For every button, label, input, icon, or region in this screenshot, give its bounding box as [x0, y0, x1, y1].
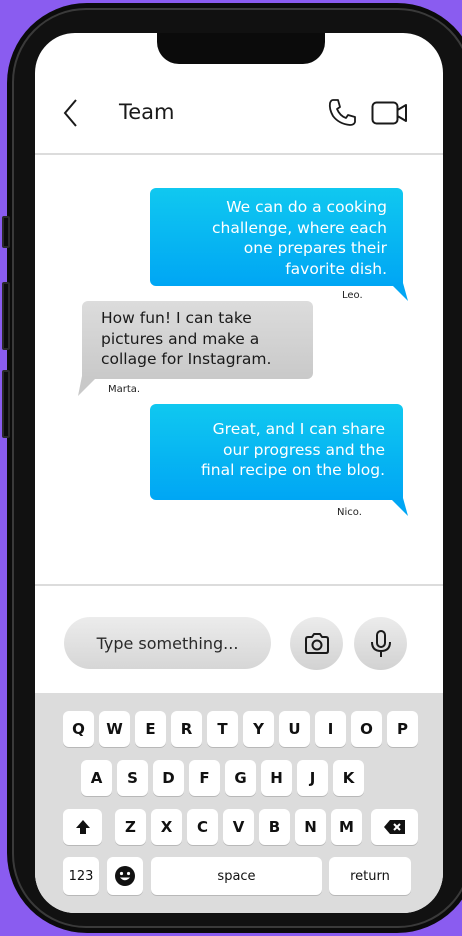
message-line: challenge, where each	[212, 218, 387, 237]
message-line: one prepares their	[243, 239, 387, 257]
sender-name: Nico.	[337, 507, 362, 518]
volume-up-button	[2, 282, 10, 350]
message-line: Great, and I can share	[212, 420, 385, 438]
key-label: S	[127, 769, 138, 787]
key-label: C	[196, 818, 208, 836]
key-label: return	[350, 868, 390, 884]
key-j[interactable]: J	[297, 760, 328, 796]
video-camera-icon[interactable]	[371, 101, 409, 125]
key-y[interactable]: Y	[243, 711, 274, 747]
bubble-tail	[390, 283, 408, 301]
message-line: favorite dish.	[285, 259, 387, 278]
chevron-left-icon[interactable]	[61, 98, 81, 128]
shift-key[interactable]	[63, 809, 102, 845]
key-label: P	[397, 720, 408, 738]
key-i[interactable]: I	[315, 711, 346, 747]
key-k[interactable]: K	[333, 760, 364, 796]
key-s[interactable]: S	[117, 760, 148, 796]
numbers-key[interactable]: 123	[63, 857, 99, 895]
key-h[interactable]: H	[261, 760, 292, 796]
backspace-icon	[383, 820, 405, 834]
space-key[interactable]: space	[151, 857, 322, 895]
camera-button[interactable]	[290, 617, 343, 670]
key-q[interactable]: Q	[63, 711, 94, 747]
message-line: collage for Instagram.	[101, 350, 272, 368]
message-line: pictures and make a	[101, 329, 260, 348]
key-label: space	[217, 868, 256, 884]
key-u[interactable]: U	[279, 711, 310, 747]
key-m[interactable]: M	[331, 809, 362, 845]
key-label: J	[309, 769, 316, 787]
key-label: 123	[68, 868, 94, 884]
sender-name: Leo.	[342, 290, 363, 301]
key-w[interactable]: W	[99, 711, 130, 747]
message-bubble-outgoing: Great, and I can share our progress and …	[150, 404, 403, 500]
message-line: How fun! I can take	[101, 309, 252, 327]
key-label: Z	[125, 818, 136, 836]
key-label: X	[160, 818, 173, 836]
message-line: final recipe on the blog.	[200, 461, 385, 479]
key-a[interactable]: A	[81, 760, 112, 796]
key-label: E	[145, 720, 156, 738]
key-c[interactable]: C	[187, 809, 218, 845]
key-label: A	[90, 769, 103, 787]
bubble-tail	[78, 376, 98, 396]
delete-key[interactable]	[371, 809, 418, 845]
key-r[interactable]: R	[171, 711, 202, 747]
sender-name: Marta.	[108, 384, 141, 395]
key-t[interactable]: T	[207, 711, 238, 747]
key-f[interactable]: F	[189, 760, 220, 796]
emoji-key[interactable]	[107, 857, 143, 895]
key-label: T	[217, 720, 228, 738]
mute-switch	[2, 216, 10, 248]
return-key[interactable]: return	[329, 857, 411, 895]
key-label: N	[304, 818, 317, 836]
key-label: W	[106, 720, 123, 738]
input-placeholder: Type something...	[96, 633, 239, 653]
key-label: Y	[253, 720, 264, 738]
microphone-icon	[370, 629, 391, 657]
key-label: O	[360, 720, 373, 738]
key-label: B	[268, 818, 281, 836]
chat-header	[35, 33, 443, 155]
key-label: H	[270, 769, 283, 787]
key-g[interactable]: G	[225, 760, 256, 796]
shift-arrow-icon	[75, 820, 90, 834]
key-label: M	[339, 818, 354, 836]
key-label: V	[232, 818, 245, 836]
key-e[interactable]: E	[135, 711, 166, 747]
volume-down-button	[2, 370, 10, 438]
key-label: R	[180, 720, 193, 738]
key-z[interactable]: Z	[115, 809, 146, 845]
key-label: F	[199, 769, 210, 787]
key-n[interactable]: N	[295, 809, 326, 845]
message-bubble-outgoing: We can do a cooking challenge, where eac…	[150, 188, 403, 286]
phone-screen: Team We can do a cooking challenge, wher…	[35, 33, 443, 913]
phone-icon[interactable]	[327, 97, 357, 127]
message-line: We can do a cooking	[226, 198, 387, 216]
key-label: K	[342, 769, 355, 787]
key-label: Q	[72, 720, 85, 738]
key-p[interactable]: P	[387, 711, 418, 747]
key-x[interactable]: X	[151, 809, 182, 845]
key-label: I	[327, 720, 334, 738]
emoji-icon	[115, 866, 135, 886]
key-o[interactable]: O	[351, 711, 382, 747]
microphone-button[interactable]	[354, 617, 407, 670]
camera-icon	[304, 632, 329, 654]
message-line: our progress and the	[223, 440, 385, 459]
bubble-tail	[390, 498, 408, 516]
key-label: D	[162, 769, 175, 787]
key-d[interactable]: D	[153, 760, 184, 796]
key-b[interactable]: B	[259, 809, 290, 845]
chat-title: Team	[119, 100, 175, 124]
message-bubble-incoming: How fun! I can take pictures and make a …	[82, 301, 313, 379]
composer-divider	[35, 584, 443, 586]
keyboard: Q W E R T Y U I O P A S D F G H J K Z X …	[35, 693, 443, 913]
key-label: U	[288, 720, 301, 738]
message-input[interactable]: Type something...	[64, 617, 271, 669]
key-label: G	[234, 769, 247, 787]
key-v[interactable]: V	[223, 809, 254, 845]
